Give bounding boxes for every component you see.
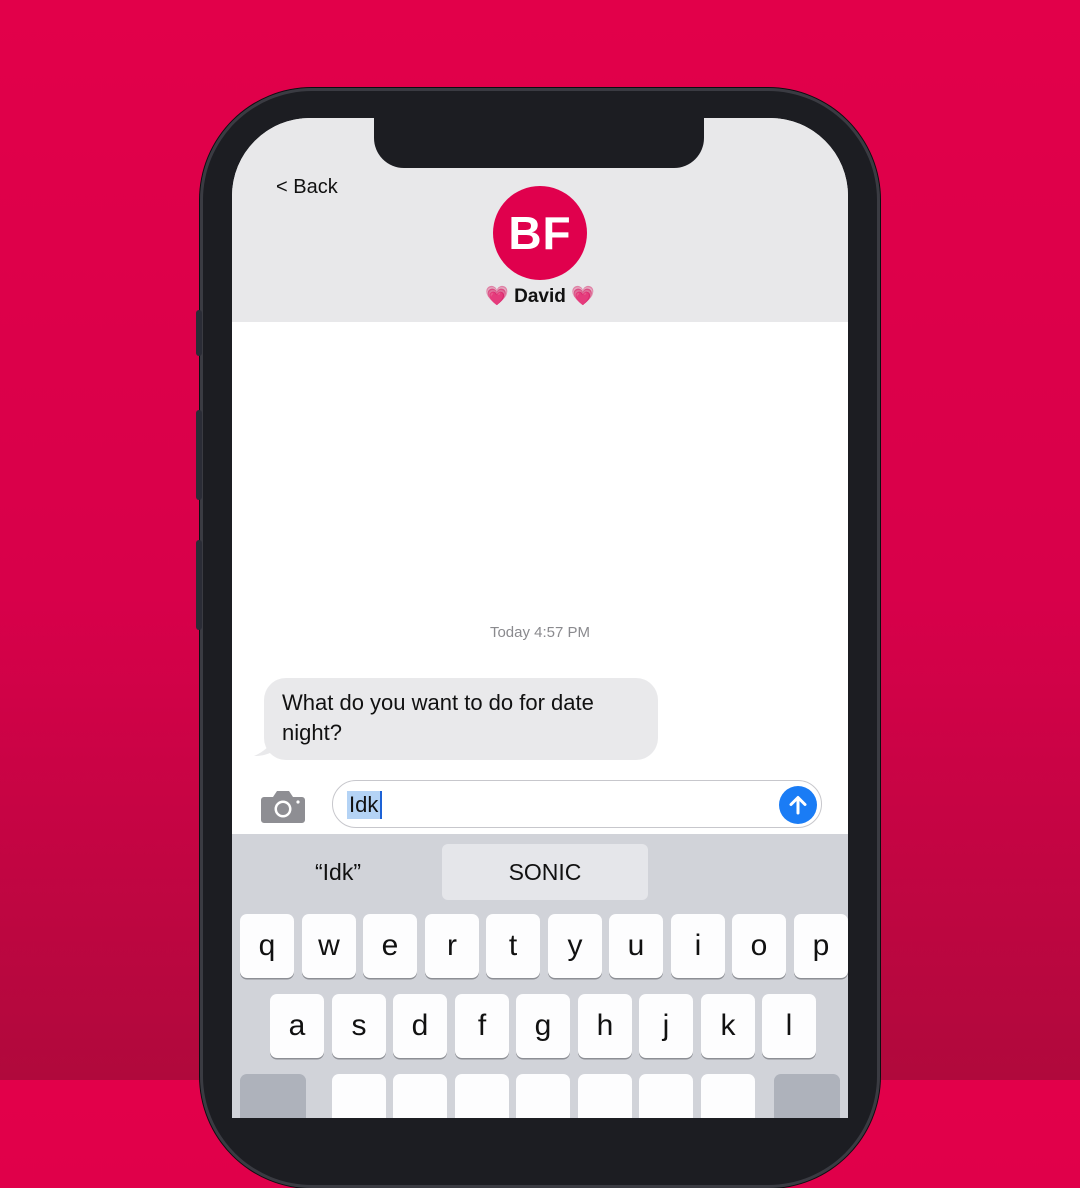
key-label: f [477,1009,487,1042]
key-label: p [812,929,830,962]
key-label: k [720,1009,736,1042]
back-label: < Back [276,176,338,198]
key-b[interactable] [578,1074,632,1118]
key-m[interactable] [701,1074,755,1118]
incoming-message-bubble[interactable]: What do you want to do for date night? [264,678,658,760]
key-c[interactable] [455,1074,509,1118]
key-delete[interactable] [774,1074,840,1118]
key-z[interactable] [332,1074,386,1118]
key-q[interactable]: q [240,914,294,978]
key-v[interactable] [516,1074,570,1118]
suggestion-label: “Idk” [315,858,361,885]
key-label: g [534,1009,552,1042]
phone-screen: < Back BF 💗 David 💗 Today 4:57 PM What d… [232,118,848,1118]
phone-side-button [196,410,202,500]
back-button[interactable]: < Back [276,176,338,199]
key-label: d [411,1009,429,1042]
key-g[interactable]: g [516,994,570,1058]
key-y[interactable]: y [548,914,602,978]
suggestion-left[interactable]: “Idk” [248,844,428,900]
key-i[interactable]: i [671,914,725,978]
contact-name[interactable]: 💗 David 💗 [232,284,848,308]
camera-icon[interactable] [260,788,306,824]
key-p[interactable]: p [794,914,848,978]
phone-side-button [196,540,202,630]
key-t[interactable]: t [486,914,540,978]
key-label: i [694,929,702,962]
key-n[interactable] [639,1074,693,1118]
key-label: a [288,1009,306,1042]
key-shift[interactable] [240,1074,306,1118]
key-f[interactable]: f [455,994,509,1058]
key-e[interactable]: e [363,914,417,978]
suggestion-middle[interactable]: SONIC [442,844,648,900]
key-label: y [567,929,583,962]
send-button[interactable] [779,786,817,824]
key-label: e [381,929,399,962]
key-label: t [508,929,518,962]
key-label: s [351,1009,367,1042]
key-a[interactable]: a [270,994,324,1058]
key-label: o [750,929,768,962]
key-l[interactable]: l [762,994,816,1058]
key-o[interactable]: o [732,914,786,978]
message-input[interactable]: Idk [332,780,822,828]
key-d[interactable]: d [393,994,447,1058]
key-x[interactable] [393,1074,447,1118]
key-label: l [785,1009,793,1042]
key-w[interactable]: w [302,914,356,978]
message-text: What do you want to do for date night? [282,690,594,745]
avatar-initials: BF [508,207,572,259]
key-j[interactable]: j [639,994,693,1058]
send-arrow-icon [789,796,807,815]
key-s[interactable]: s [332,994,386,1058]
key-u[interactable]: u [609,914,663,978]
suggestion-label: SONIC [508,858,582,885]
message-timestamp: Today 4:57 PM [489,624,591,641]
key-label: u [627,929,645,962]
contact-avatar[interactable]: BF [493,186,587,280]
notch [374,118,704,168]
key-label: q [258,929,276,962]
key-label: j [662,1009,670,1042]
key-label: r [447,929,457,962]
key-label: w [318,929,340,962]
key-r[interactable]: r [425,914,479,978]
key-h[interactable]: h [578,994,632,1058]
keyboard: “Idk” SONIC q w e r t y u i o p a s d f … [232,834,848,1118]
phone-side-button [196,310,202,356]
message-input-text: Idk [347,791,383,819]
key-label: h [596,1009,614,1042]
key-k[interactable]: k [701,994,755,1058]
composer-row: Idk [232,768,848,834]
